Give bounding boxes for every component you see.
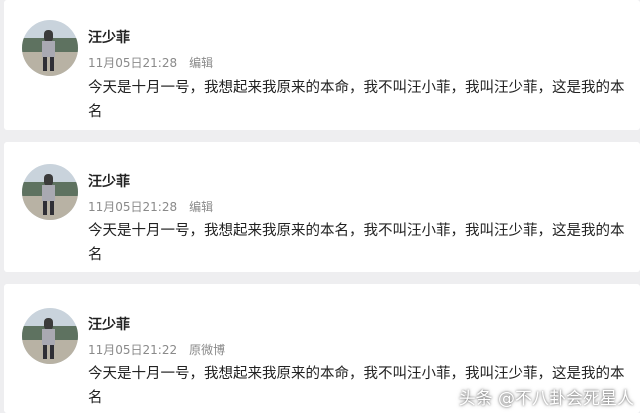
edit-link[interactable]: 编辑 bbox=[189, 56, 213, 70]
edit-link[interactable]: 编辑 bbox=[189, 200, 213, 214]
author-name[interactable]: 汪少菲 bbox=[88, 314, 130, 334]
post-meta: 11月05日21:28 编辑 bbox=[88, 54, 213, 71]
avatar[interactable] bbox=[22, 164, 78, 220]
post-meta: 11月05日21:28 编辑 bbox=[88, 198, 213, 215]
post-text: 今天是十月一号，我想起来我原来的本命，我不叫汪小菲，我叫汪少菲，这是我的本名 bbox=[88, 80, 625, 120]
source-weibo-link[interactable]: 原微博 bbox=[189, 343, 225, 357]
post-card: 汪少菲 11月05日21:28 编辑 今天是十月一号，我想起来我原来的本名，我不叫… bbox=[4, 142, 640, 272]
author-name[interactable]: 汪少菲 bbox=[88, 171, 130, 191]
avatar[interactable] bbox=[22, 20, 78, 76]
avatar[interactable] bbox=[22, 308, 78, 364]
watermark: 头条 @不八卦会死星人 bbox=[458, 389, 634, 409]
post-card: 汪少菲 11月05日21:28 编辑 今天是十月一号，我想起来我原来的本命，我不叫… bbox=[4, 0, 640, 130]
post-time[interactable]: 11月05日21:22 bbox=[88, 343, 177, 357]
post-meta: 11月05日21:22 原微博 bbox=[88, 341, 225, 358]
author-name[interactable]: 汪少菲 bbox=[88, 27, 130, 47]
post-time[interactable]: 11月05日21:28 bbox=[88, 56, 177, 70]
post-time[interactable]: 11月05日21:28 bbox=[88, 200, 177, 214]
post-text: 今天是十月一号，我想起来我原来的本名，我不叫汪小菲，我叫汪少菲，这是我的本名 bbox=[88, 223, 625, 263]
